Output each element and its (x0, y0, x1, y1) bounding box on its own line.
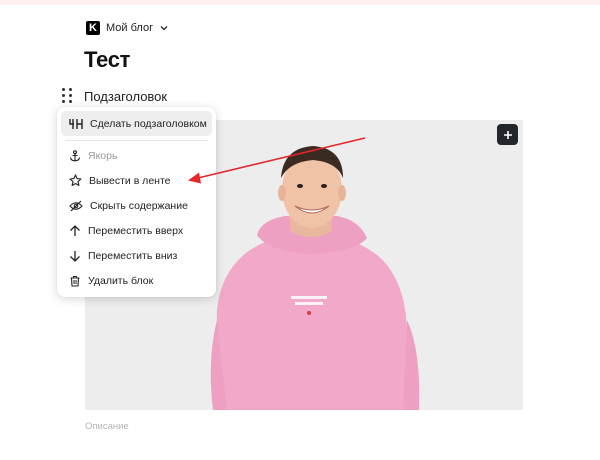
menu-item-label: Якорь (88, 149, 118, 162)
anchor-icon (69, 149, 81, 161)
plus-icon (503, 130, 512, 139)
blog-switcher[interactable]: K Мой блог (86, 21, 169, 35)
image-caption-input[interactable]: Описание (85, 421, 129, 432)
menu-item-move-down[interactable]: Переместить вниз (61, 243, 212, 268)
top-strip (0, 0, 600, 5)
menu-item-label: Удалить блок (88, 274, 154, 287)
menu-item-label: Сделать подзаголовком (90, 117, 207, 130)
menu-item-move-up[interactable]: Переместить вверх (61, 218, 212, 243)
trash-icon (70, 275, 80, 287)
block-context-menu: Сделать подзаголовком Якорь Вывести в ле… (57, 107, 216, 297)
subheading-block[interactable]: Подзаголовок (84, 89, 167, 104)
eye-off-icon (69, 200, 83, 211)
blog-name: Мой блог (106, 22, 154, 34)
chevron-down-icon (160, 26, 168, 31)
menu-item-label: Скрыть содержание (90, 199, 188, 212)
menu-item-label: Переместить вниз (88, 249, 178, 262)
menu-item-delete-block[interactable]: Удалить блок (61, 268, 212, 293)
menu-item-label: Вывести в ленте (89, 174, 171, 187)
menu-item-make-subheading[interactable]: Сделать подзаголовком (61, 111, 212, 136)
page-title[interactable]: Тест (84, 47, 130, 73)
menu-divider (65, 140, 208, 141)
blog-logo: K (86, 21, 100, 35)
drag-handle-icon[interactable] (60, 88, 74, 104)
menu-item-label: Переместить вверх (88, 224, 184, 237)
menu-item-hide-content[interactable]: Скрыть содержание (61, 193, 212, 218)
arrow-down-icon (70, 250, 80, 262)
heading4-icon (69, 118, 83, 129)
arrow-up-icon (70, 224, 80, 236)
menu-item-anchor[interactable]: Якорь (61, 143, 212, 168)
star-icon (69, 174, 82, 187)
add-block-button[interactable] (497, 124, 518, 145)
menu-item-feature-in-feed[interactable]: Вывести в ленте (61, 168, 212, 193)
